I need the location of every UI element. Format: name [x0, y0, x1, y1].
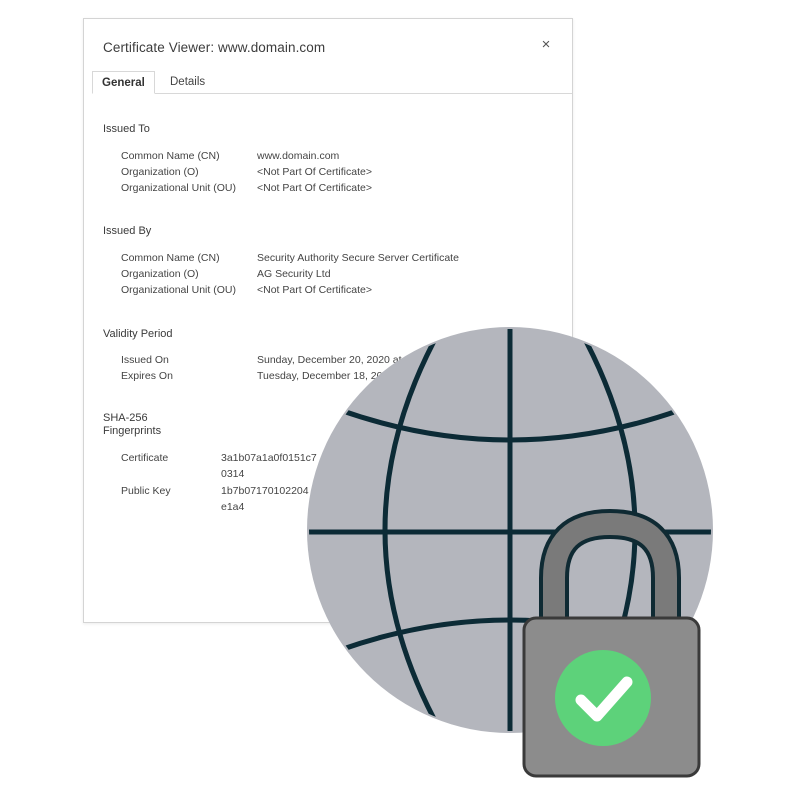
- fingerprints-heading-line2: Fingerprints: [103, 425, 162, 437]
- field-label: Public Key: [121, 485, 171, 497]
- issued-to-row: Organizational Unit (OU) <Not Part Of Ce…: [121, 182, 561, 198]
- issued-to-heading: Issued To: [103, 123, 150, 135]
- fingerprint-value-continued: e1a4: [221, 501, 245, 513]
- issued-by-heading: Issued By: [103, 225, 152, 237]
- field-label: Common Name (CN): [121, 150, 220, 162]
- fingerprint-value-continued: 0314: [221, 468, 245, 480]
- field-label: Issued On: [121, 354, 169, 366]
- field-label: Organization (O): [121, 268, 199, 280]
- field-label: Organization (O): [121, 166, 199, 178]
- padlock-shackle: [543, 512, 677, 626]
- field-value: www.domain.com: [257, 150, 340, 162]
- field-label: Organizational Unit (OU): [121, 284, 236, 296]
- field-value: AG Security Ltd: [257, 268, 331, 280]
- field-value: 1b7b07170102204: [221, 485, 309, 497]
- issued-by-row: Organization (O) AG Security Ltd: [121, 268, 561, 284]
- tab-details[interactable]: Details: [161, 71, 214, 93]
- issued-by-row: Organizational Unit (OU) <Not Part Of Ce…: [121, 284, 561, 300]
- field-value: <Not Part Of Certificate>: [257, 182, 372, 194]
- stage: Certificate Viewer: www.domain.com × Gen…: [0, 0, 800, 800]
- field-value: Security Authority Secure Server Certifi…: [257, 252, 459, 264]
- issued-by-row: Common Name (CN) Security Authority Secu…: [121, 252, 561, 268]
- padlock-icon: [522, 508, 701, 778]
- field-value: <Not Part Of Certificate>: [257, 284, 372, 296]
- field-label: Certificate: [121, 452, 169, 464]
- issued-to-row: Common Name (CN) www.domain.com: [121, 150, 561, 166]
- field-label: Organizational Unit (OU): [121, 182, 236, 194]
- close-button[interactable]: ×: [538, 37, 554, 53]
- issued-to-row: Organization (O) <Not Part Of Certificat…: [121, 166, 561, 182]
- fingerprints-heading-line1: SHA-256: [103, 412, 148, 424]
- field-value: <Not Part Of Certificate>: [257, 166, 372, 178]
- dialog-title: Certificate Viewer: www.domain.com: [103, 40, 326, 55]
- tab-bar: General Details: [92, 71, 572, 94]
- validity-heading: Validity Period: [103, 328, 173, 340]
- field-label: Common Name (CN): [121, 252, 220, 264]
- field-label: Expires On: [121, 370, 173, 382]
- tab-general[interactable]: General: [92, 71, 155, 94]
- check-circle: [555, 650, 651, 746]
